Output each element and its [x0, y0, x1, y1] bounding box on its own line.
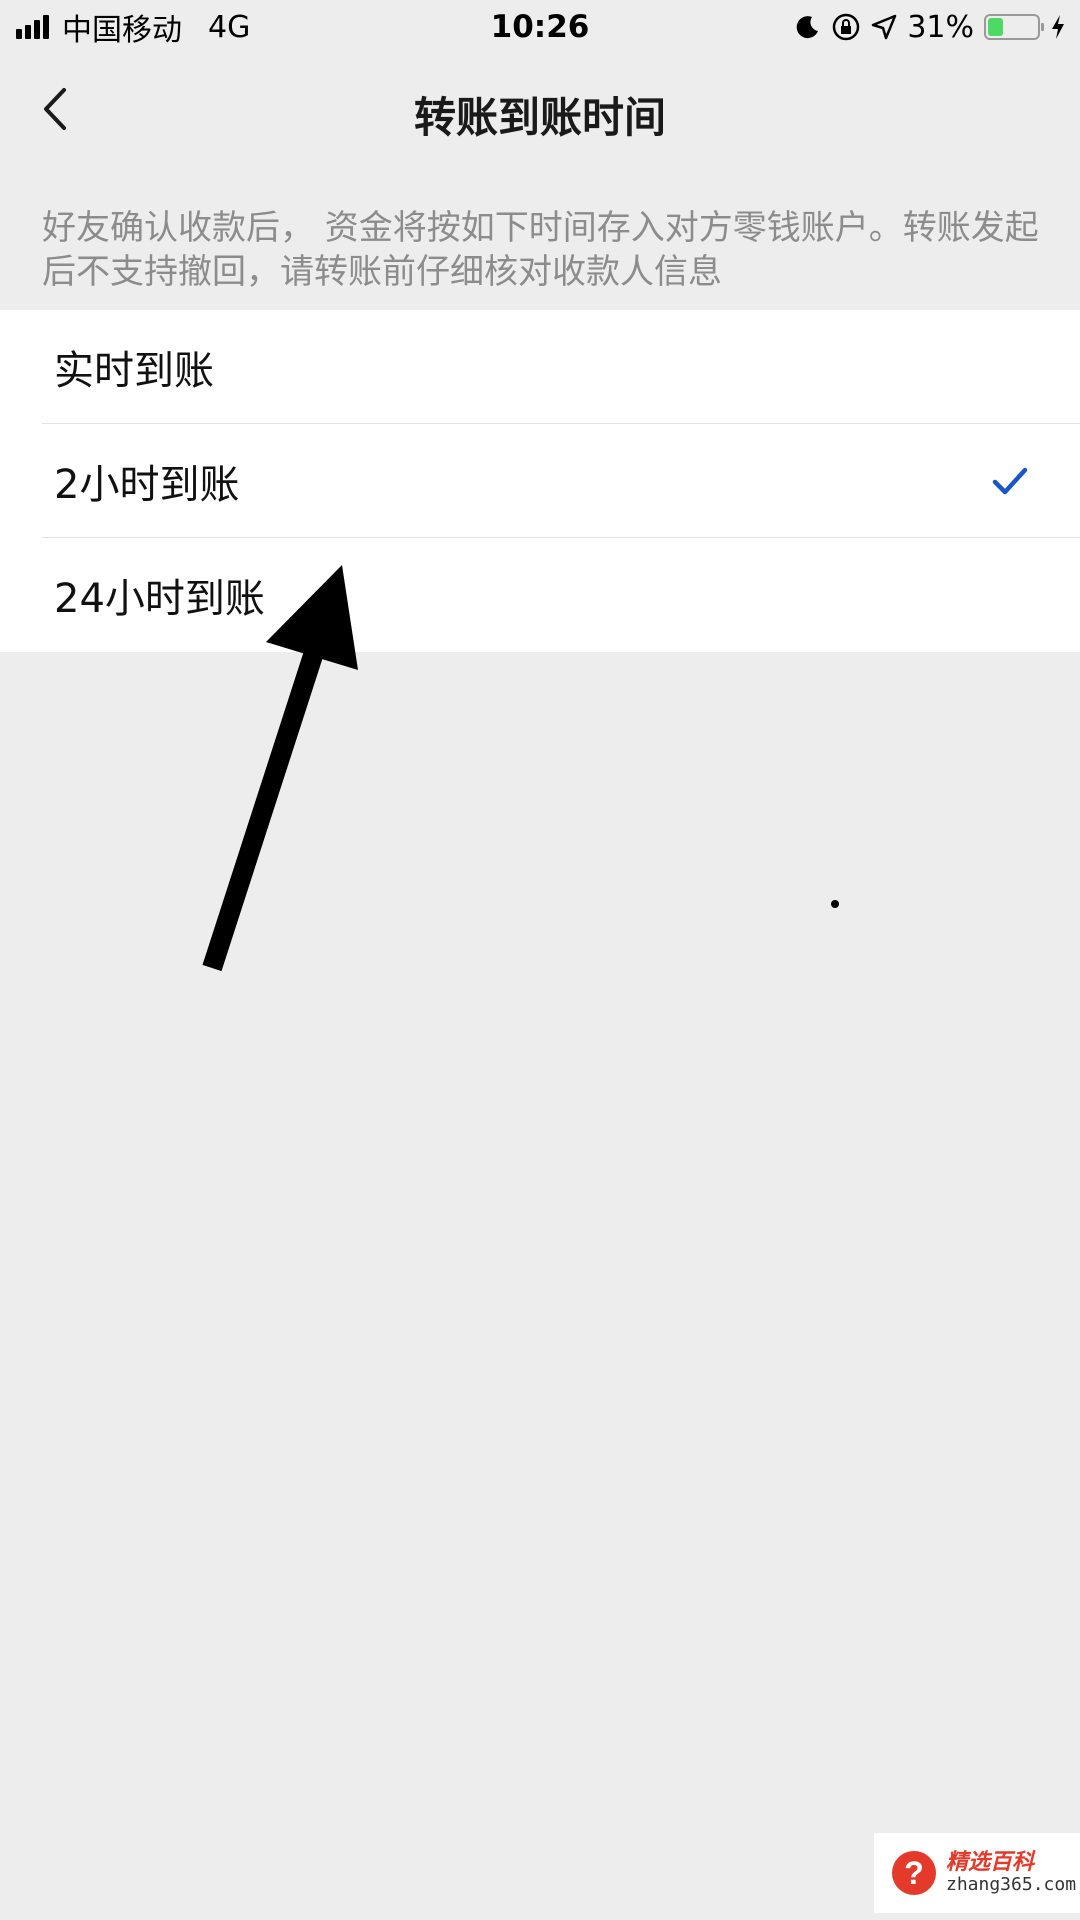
checkmark-icon	[992, 467, 1028, 495]
option-label: 2小时到账	[54, 462, 240, 508]
option-2-hours[interactable]: 2小时到账	[0, 424, 1080, 538]
battery-icon	[984, 14, 1044, 40]
description-text: 好友确认收款后， 资金将按如下时间存入对方零钱账户。转账发起后不支持撤回，请转账…	[42, 208, 1039, 292]
stray-dot	[831, 900, 839, 908]
nav-bar: 转账到账时间	[0, 54, 1080, 164]
question-mark-icon: ?	[892, 1851, 936, 1895]
status-right: 31%	[785, 0, 1066, 54]
transfer-time-options: 实时到账 2小时到账 24小时到账	[0, 310, 1080, 652]
option-realtime[interactable]: 实时到账	[0, 310, 1080, 424]
battery-percent: 31%	[907, 9, 974, 45]
moon-icon	[797, 16, 819, 39]
status-bar: 中国移动 4G 10:26 31%	[0, 0, 1080, 54]
rotation-lock-icon	[833, 13, 860, 41]
location-arrow-icon	[872, 14, 897, 40]
page-title: 转账到账时间	[413, 93, 666, 142]
watermark-url: zhang365.com	[946, 1874, 1077, 1896]
option-24-hours[interactable]: 24小时到账	[0, 538, 1080, 652]
watermark-text: 精选百科 zhang365.com	[946, 1850, 1077, 1896]
watermark: ? 精选百科 zhang365.com	[874, 1833, 1080, 1913]
charging-bolt-icon	[1052, 15, 1064, 39]
option-label: 24小时到账	[54, 576, 265, 622]
watermark-brand: 精选百科	[946, 1850, 1035, 1875]
option-label: 实时到账	[54, 348, 214, 394]
